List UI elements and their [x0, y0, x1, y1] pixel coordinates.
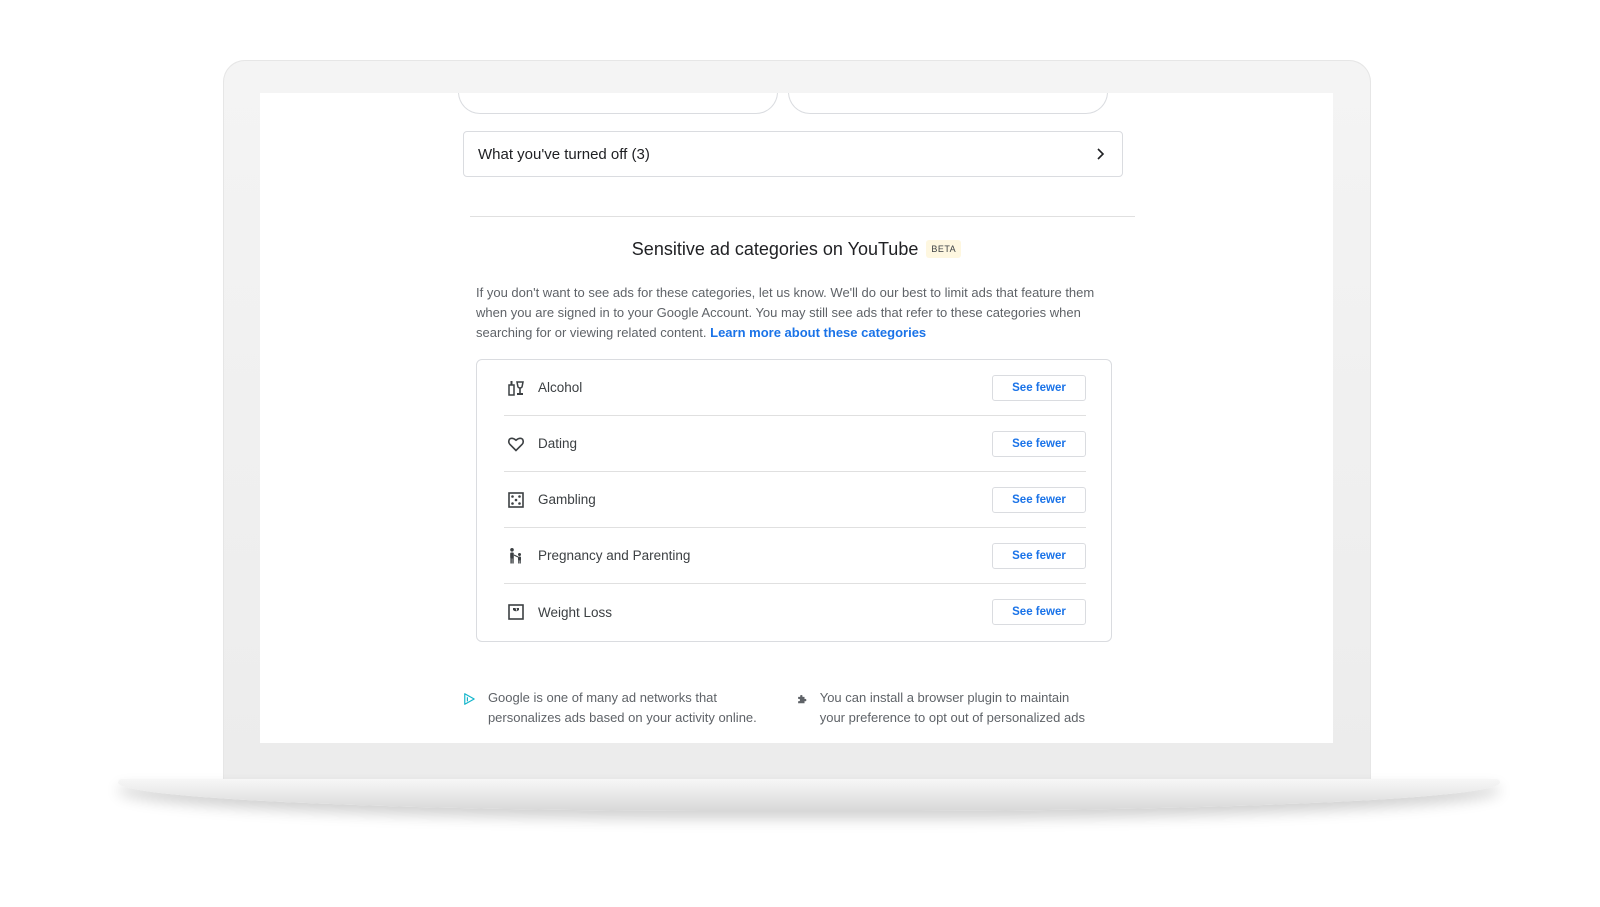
browser-plugin-note: You can install a browser plugin to main… — [796, 688, 1096, 728]
dice-icon — [506, 490, 526, 510]
see-fewer-dating-button[interactable]: See fewer — [992, 430, 1086, 457]
category-name: Gambling — [538, 492, 596, 507]
scale-icon — [506, 602, 526, 622]
learn-more-link[interactable]: Learn more about these categories — [710, 325, 926, 340]
section-title: Sensitive ad categories on YouTube — [631, 239, 919, 259]
ad-choices-icon[interactable] — [463, 688, 476, 710]
turned-off-label: What you've turned off (3) — [478, 145, 650, 163]
see-fewer-pregnancy-button[interactable]: See fewer — [992, 542, 1086, 569]
see-fewer-weight-loss-button[interactable]: See fewer — [992, 599, 1086, 625]
section-description: If you don't want to see ads for these c… — [476, 283, 1101, 343]
category-row-alcohol: Alcohol See fewer — [504, 360, 1086, 416]
top-pill-right[interactable] — [788, 93, 1108, 114]
family-icon — [506, 546, 526, 566]
section-divider — [470, 216, 1135, 217]
top-pill-left[interactable] — [458, 93, 778, 114]
category-row-gambling: Gambling See fewer — [504, 472, 1086, 528]
laptop-base — [118, 779, 1500, 811]
category-name: Pregnancy and Parenting — [538, 548, 691, 563]
categories-card: Alcohol See fewer Dating See fewer Gambl… — [476, 359, 1112, 642]
category-name: Weight Loss — [538, 604, 613, 620]
see-fewer-alcohol-button[interactable]: See fewer — [992, 374, 1086, 401]
heart-icon — [506, 434, 526, 454]
category-row-dating: Dating See fewer — [504, 416, 1086, 472]
see-fewer-gambling-button[interactable]: See fewer — [992, 486, 1086, 513]
category-row-weight-loss: Weight Loss See fewer — [504, 584, 1086, 640]
browser-plugin-text: You can install a browser plugin to main… — [819, 690, 1085, 725]
category-name: Alcohol — [538, 380, 583, 395]
puzzle-icon[interactable] — [796, 688, 808, 710]
turned-off-row[interactable]: What you've turned off (3) — [463, 131, 1123, 177]
ad-networks-text: Google is one of many ad networks that p… — [487, 690, 757, 725]
chevron-right-icon — [1097, 148, 1105, 160]
laptop-screen: What you've turned off (3) Sensitive ad … — [260, 93, 1333, 743]
alcohol-icon — [506, 378, 526, 398]
section-heading: Sensitive ad categories on YouTube BETA — [260, 239, 1333, 260]
category-name: Dating — [538, 436, 578, 451]
category-row-pregnancy: Pregnancy and Parenting See fewer — [504, 528, 1086, 584]
beta-badge: BETA — [926, 239, 962, 258]
ad-networks-note: Google is one of many ad networks that p… — [463, 688, 783, 728]
